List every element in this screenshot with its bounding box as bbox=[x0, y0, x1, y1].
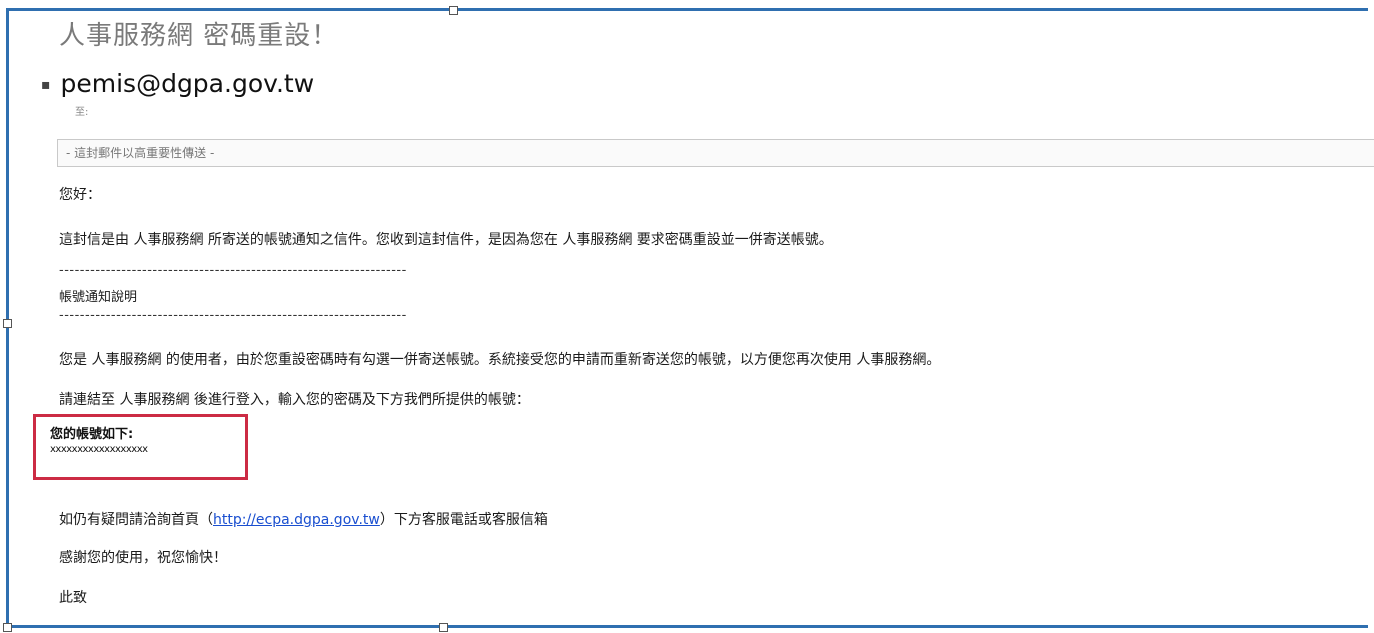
intro-text: 這封信是由 人事服務網 所寄送的帳號通知之信件。您收到這封信件，是因為您在 人事… bbox=[59, 232, 833, 248]
help-suffix: ）下方客服電話或客服信箱 bbox=[379, 512, 548, 528]
expand-bullet-icon[interactable]: ▪ bbox=[41, 77, 51, 93]
sender-address[interactable]: pemis@dgpa.gov.tw bbox=[61, 69, 315, 98]
separator-top: ----------------------------------------… bbox=[59, 263, 407, 278]
paragraph-2: 請連結至 人事服務網 後進行登入，輸入您的密碼及下方我們所提供的帳號： bbox=[59, 392, 530, 408]
closing-text: 此致 bbox=[59, 590, 87, 606]
resize-handle-corner[interactable] bbox=[3, 623, 12, 632]
help-text: 如仍有疑問請洽詢首頁（http://ecpa.dgpa.gov.tw）下方客服電… bbox=[59, 509, 548, 529]
email-subject: 人事服務網 密碼重設！ bbox=[59, 21, 339, 51]
section-title: 帳號通知說明 bbox=[59, 290, 138, 305]
thanks-text: 感謝您的使用，祝您愉快！ bbox=[59, 550, 227, 566]
resize-handle-bottom[interactable] bbox=[439, 623, 448, 632]
email-window: 人事服務網 密碼重設！ ▪ pemis@dgpa.gov.tw 至: - 這封郵件… bbox=[3, 6, 1374, 632]
greeting: 您好： bbox=[59, 187, 101, 203]
account-highlight-box: 您的帳號如下: xxxxxxxxxxxxxxxxxx bbox=[33, 414, 248, 480]
recipient-label: 至: bbox=[75, 107, 89, 118]
resize-handle-left[interactable] bbox=[3, 319, 12, 328]
email-sender[interactable]: ▪ pemis@dgpa.gov.tw bbox=[41, 69, 314, 100]
importance-notice: - 這封郵件以高重要性傳送 - bbox=[57, 139, 1374, 167]
account-value: xxxxxxxxxxxxxxxxxx bbox=[50, 444, 148, 455]
homepage-link[interactable]: http://ecpa.dgpa.gov.tw bbox=[213, 512, 380, 528]
separator-bottom: ----------------------------------------… bbox=[59, 308, 407, 323]
help-prefix: 如仍有疑問請洽詢首頁（ bbox=[59, 512, 213, 528]
account-label: 您的帳號如下: bbox=[50, 427, 134, 442]
paragraph-1: 您是 人事服務網 的使用者，由於您重設密碼時有勾選一併寄送帳號。系統接受您的申請… bbox=[59, 352, 941, 368]
resize-handle-top[interactable] bbox=[449, 6, 458, 15]
